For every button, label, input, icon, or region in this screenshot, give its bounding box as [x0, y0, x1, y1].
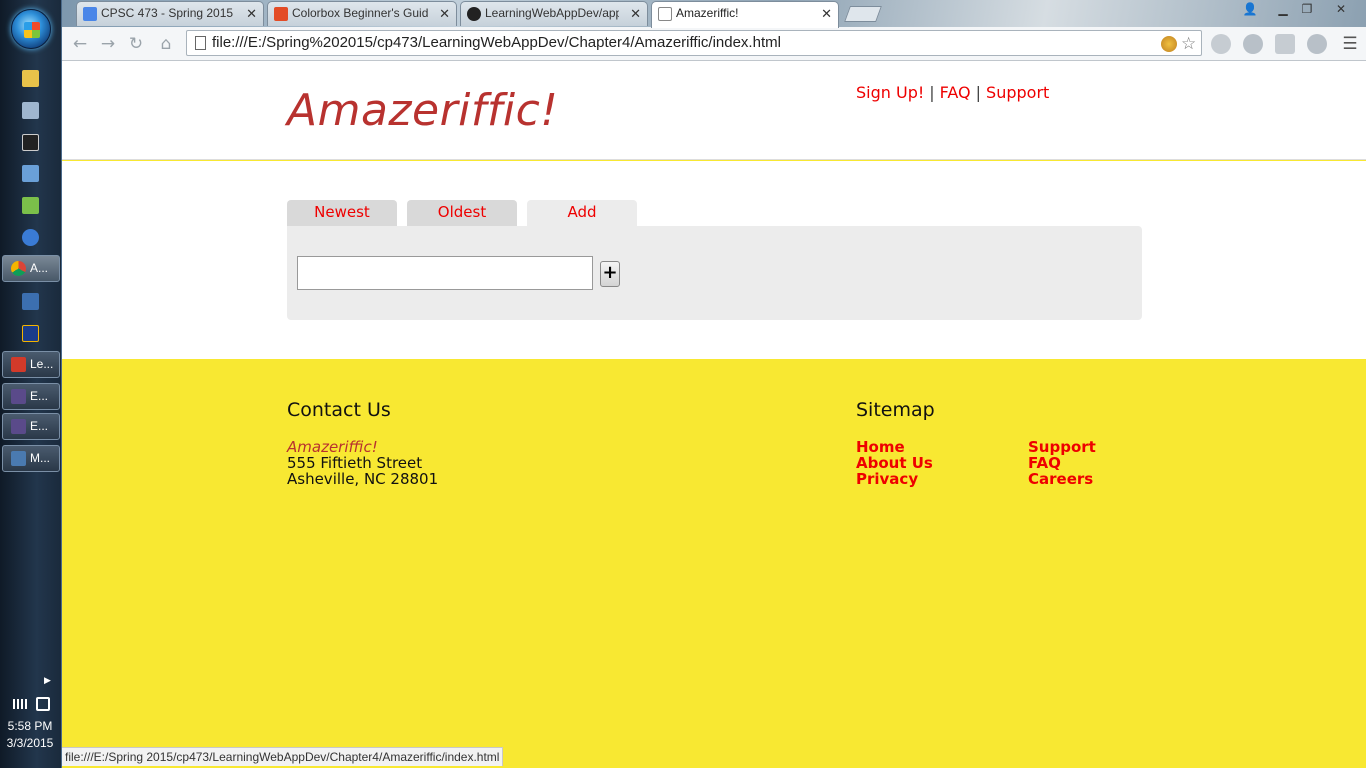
site-header: Amazeriffic! Sign Up! | FAQ | Support: [62, 61, 1366, 160]
status-bar: file:///E:/Spring 2015/cp473/LearningWeb…: [62, 747, 504, 766]
taskbar-button-label: E...: [30, 419, 49, 433]
taskbar-eclipse-button-2[interactable]: E...: [2, 413, 60, 440]
folder-icon[interactable]: [22, 70, 39, 87]
taskbar-pdf-button[interactable]: Le...: [2, 351, 60, 378]
contact-heading: Contact Us: [287, 399, 391, 421]
reload-icon[interactable]: ↻: [126, 34, 146, 54]
support-link[interactable]: Support: [986, 83, 1049, 102]
network-icon[interactable]: [13, 699, 27, 709]
nav-separator: |: [975, 83, 982, 102]
python-icon[interactable]: [22, 165, 39, 182]
close-window-icon[interactable]: ✕: [1328, 0, 1354, 18]
tab-colorbox[interactable]: Colorbox Beginner's Guide ✕: [267, 1, 457, 26]
signup-link[interactable]: Sign Up!: [856, 83, 924, 102]
site-footer: Contact Us Amazeriffic! 555 Fiftieth Str…: [62, 359, 1366, 768]
docs-icon: [83, 7, 97, 21]
windows-taskbar: A... Le... E... E... M... ▶ 5:58 PM 3/3/…: [0, 0, 62, 768]
forward-icon[interactable]: →: [98, 34, 118, 54]
top-nav: Sign Up! | FAQ | Support: [856, 83, 1049, 102]
hangouts-icon[interactable]: [1307, 34, 1327, 54]
cmd-icon[interactable]: [22, 134, 39, 151]
home-icon[interactable]: ⌂: [156, 34, 176, 54]
start-button[interactable]: [11, 9, 51, 49]
taskbar-button-label: M...: [30, 451, 50, 465]
tab-cpsc473[interactable]: CPSC 473 - Spring 2015 - J ✕: [76, 1, 264, 26]
main-content: Newest Oldest Add +: [62, 161, 1366, 359]
chrome-icon: [11, 261, 26, 276]
profile-icon[interactable]: 👤: [1237, 0, 1263, 18]
cast-icon[interactable]: [1275, 34, 1295, 54]
app-icon[interactable]: [22, 197, 39, 214]
close-icon[interactable]: ✕: [821, 2, 832, 25]
tab-amazeriffic[interactable]: Amazeriffic! ✕: [651, 1, 839, 28]
tab-label: Colorbox Beginner's Guide: [292, 6, 428, 20]
sitemap-heading: Sitemap: [856, 399, 935, 421]
taskbar-button-label: E...: [30, 389, 49, 403]
close-icon[interactable]: ✕: [630, 2, 641, 25]
taskbar-button-label: Le...: [30, 357, 54, 371]
sitemap-careers-link[interactable]: Careers: [1028, 470, 1093, 488]
nav-separator: |: [929, 83, 935, 102]
contact-city: Asheville, NC 28801: [287, 470, 439, 488]
blocked-plugin-icon[interactable]: [1161, 36, 1177, 52]
taskbar-window-button[interactable]: M...: [2, 445, 60, 472]
github-icon: [467, 7, 481, 21]
page-icon: [658, 7, 672, 21]
tool-icon[interactable]: [22, 293, 39, 310]
eclipse-icon: [11, 419, 26, 434]
menu-icon[interactable]: ☰: [1340, 34, 1360, 54]
extension-icon[interactable]: [1211, 34, 1231, 54]
tab-label: LearningWebAppDev/app: [485, 6, 619, 20]
minimize-icon[interactable]: ▁: [1270, 0, 1296, 18]
web-page: Amazeriffic! Sign Up! | FAQ | Support Newest…: [62, 61, 1366, 768]
site-title: Amazeriffic!: [287, 85, 559, 136]
tab-label: CPSC 473 - Spring 2015 - J: [101, 6, 235, 20]
sitemap-privacy-link[interactable]: Privacy: [856, 470, 918, 488]
tab-content: +: [287, 226, 1142, 320]
tray-expand-icon[interactable]: ▶: [44, 676, 51, 686]
address-bar-url[interactable]: file:///E:/Spring%202015/cp473/LearningW…: [212, 31, 781, 55]
windows-logo-icon: [24, 22, 40, 38]
restore-icon[interactable]: ❐: [1294, 0, 1320, 18]
close-icon[interactable]: ✕: [246, 2, 257, 25]
close-icon[interactable]: ✕: [439, 2, 450, 25]
notepad-icon[interactable]: [22, 102, 39, 119]
taskbar-button-label: A...: [30, 261, 49, 275]
page-icon: [195, 36, 206, 50]
add-todo-input[interactable]: [297, 256, 593, 290]
address-bar[interactable]: file:///E:/Spring%202015/cp473/LearningW…: [186, 30, 1202, 56]
back-icon[interactable]: ←: [70, 34, 90, 54]
window-icon: [11, 451, 26, 466]
faq-link[interactable]: FAQ: [940, 83, 971, 102]
clock-date[interactable]: 3/3/2015: [0, 736, 60, 750]
tab-add[interactable]: Add: [527, 200, 637, 226]
battery-icon[interactable]: [36, 697, 50, 711]
clock-time[interactable]: 5:58 PM: [0, 719, 60, 733]
tab-newest[interactable]: Newest: [287, 200, 397, 226]
new-tab-button[interactable]: [844, 6, 882, 22]
paint-icon[interactable]: [22, 229, 39, 246]
tab-github[interactable]: LearningWebAppDev/app ✕: [460, 1, 648, 26]
app-icon-l[interactable]: [22, 325, 39, 342]
eclipse-icon: [11, 389, 26, 404]
taskbar-eclipse-button-1[interactable]: E...: [2, 383, 60, 410]
download-extension-icon[interactable]: [1243, 34, 1263, 54]
star-icon[interactable]: ☆: [1181, 36, 1197, 53]
tab-oldest[interactable]: Oldest: [407, 200, 517, 226]
browser-toolbar: ← → ↻ ⌂ file:///E:/Spring%202015/cp473/L…: [62, 27, 1366, 61]
tab-label: Amazeriffic!: [676, 6, 739, 20]
add-button[interactable]: +: [600, 261, 620, 287]
taskbar-chrome-button[interactable]: A...: [2, 255, 60, 282]
html5-icon: [274, 7, 288, 21]
pdf-icon: [11, 357, 26, 372]
